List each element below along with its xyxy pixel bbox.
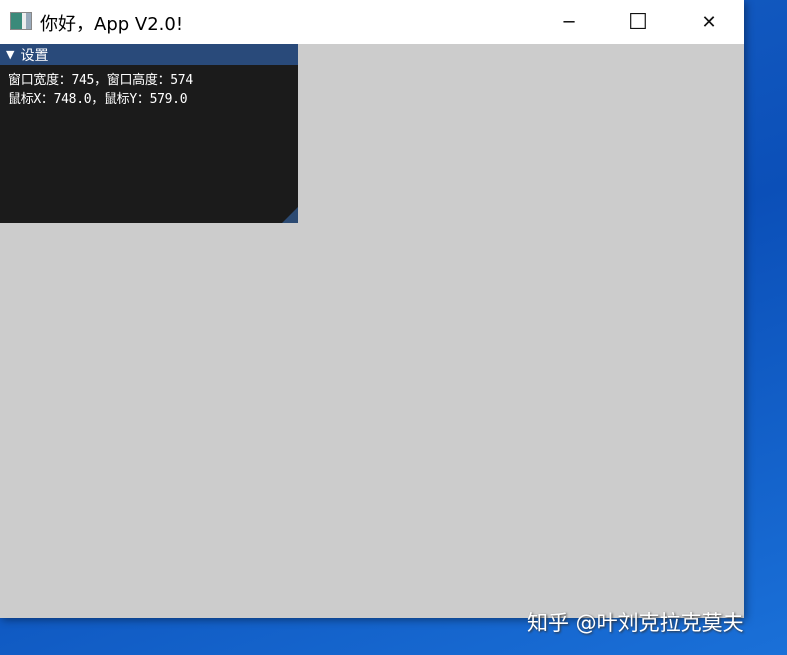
panel-title: 设置 <box>20 47 49 64</box>
title-bar[interactable]: 你好，App V2.0! ─ ☐ ✕ <box>0 0 744 44</box>
settings-panel: ▼ 设置 窗口宽度：745，窗口高度：574 鼠标X：748.0，鼠标Y：579.… <box>0 44 298 223</box>
watermark: 知乎 @叶刘克拉克莫夫 <box>527 611 744 635</box>
mouse-position-text: 鼠标X：748.0，鼠标Y：579.0 <box>8 92 188 107</box>
maximize-button[interactable]: ☐ <box>615 0 661 44</box>
window-size-text: 窗口宽度：745，窗口高度：574 <box>8 73 193 88</box>
app-icon <box>10 12 32 30</box>
resize-grip[interactable] <box>282 207 298 223</box>
window-title: 你好，App V2.0! <box>40 14 184 35</box>
close-button[interactable]: ✕ <box>686 0 732 44</box>
app-window: 你好，App V2.0! ─ ☐ ✕ ▼ 设置 窗口宽度：745，窗口高度：574… <box>0 0 744 618</box>
collapse-triangle-icon[interactable]: ▼ <box>6 48 14 61</box>
settings-panel-header[interactable]: ▼ 设置 <box>0 44 298 65</box>
minimize-button[interactable]: ─ <box>546 0 592 44</box>
